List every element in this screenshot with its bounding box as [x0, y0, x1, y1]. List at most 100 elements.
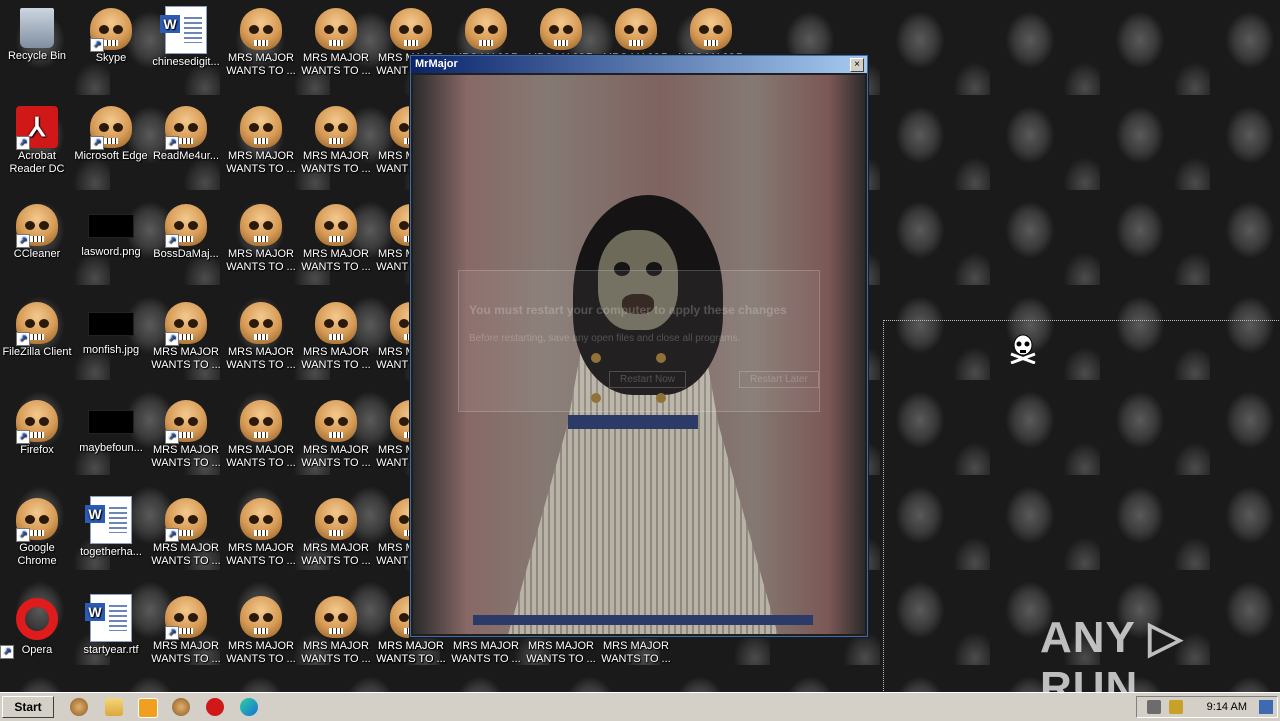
- skull-icon: [390, 8, 432, 50]
- skull-icon: [240, 498, 282, 540]
- desktop-icon-label: MRS MAJOR WANTS TO ...: [376, 640, 446, 665]
- skull-icon: ↗: [90, 8, 132, 52]
- desktop-icon[interactable]: ↗ ReadMe4ur...: [149, 102, 223, 163]
- network-icon[interactable]: [1169, 700, 1183, 714]
- acrobat-icon: ⅄ ↗: [16, 106, 58, 150]
- opera-icon: ↗: [0, 598, 58, 659]
- desktop-icon[interactable]: ↗ Microsoft Edge: [74, 102, 148, 163]
- skull-icon: [315, 302, 357, 344]
- skull-icon: ↗: [16, 498, 58, 542]
- window-title: MrMajor: [415, 58, 458, 70]
- recycle-bin-icon: [20, 8, 54, 48]
- desktop-icon[interactable]: MRS MAJOR WANTS TO ...: [299, 592, 373, 666]
- desktop-icon-label: MRS MAJOR WANTS TO ...: [226, 150, 296, 175]
- desktop-icon[interactable]: MRS MAJOR WANTS TO ...: [224, 4, 298, 78]
- desktop-icon[interactable]: ↗ Opera: [0, 592, 74, 659]
- media-player-icon[interactable]: [138, 698, 158, 718]
- desktop-icon[interactable]: MRS MAJOR WANTS TO ...: [299, 298, 373, 372]
- desktop-icon-label: MRS MAJOR WANTS TO ...: [226, 346, 296, 371]
- clock[interactable]: 9:14 AM: [1207, 697, 1247, 717]
- desktop-icon[interactable]: MRS MAJOR WANTS TO ...: [224, 298, 298, 372]
- desktop-icon[interactable]: ↗ Google Chrome: [0, 494, 74, 568]
- desktop-icon[interactable]: ↗ MRS MAJOR WANTS TO ...: [149, 494, 223, 568]
- desktop-icon[interactable]: ⅄ ↗ Acrobat Reader DC: [0, 102, 74, 176]
- skull-icon: [540, 8, 582, 50]
- desktop-icon[interactable]: ↗ FileZilla Client: [0, 298, 74, 359]
- desktop-icon-label: MRS MAJOR WANTS TO ...: [151, 542, 221, 567]
- opera-taskbar-icon[interactable]: [206, 698, 224, 716]
- desktop-icon[interactable]: ↗ MRS MAJOR WANTS TO ...: [149, 298, 223, 372]
- desktop-icon[interactable]: MRS MAJOR WANTS TO ...: [224, 200, 298, 274]
- system-tray: 9:14 AM: [1136, 696, 1278, 718]
- desktop-icon[interactable]: MRS MAJOR WANTS TO ...: [299, 396, 373, 470]
- desktop-icon-label: MRS MAJOR WANTS TO ...: [301, 346, 371, 371]
- desktop-icon[interactable]: monfish.jpg: [74, 298, 148, 357]
- desktop-icon[interactable]: ↗ BossDaMaj...: [149, 200, 223, 261]
- skull-icon: ↗: [16, 302, 58, 346]
- desktop-icon[interactable]: MRS MAJOR WANTS TO ...: [224, 592, 298, 666]
- desktop-icon[interactable]: ↗ Skype: [74, 4, 148, 65]
- desktop-icon-label: FileZilla Client: [2, 346, 72, 358]
- desktop-icon[interactable]: Wstartyear.rtf: [74, 592, 148, 657]
- desktop-icon[interactable]: Recycle Bin: [0, 4, 74, 63]
- close-button[interactable]: ×: [850, 58, 864, 72]
- shortcut-arrow-icon: ↗: [16, 234, 30, 248]
- desktop-icon[interactable]: ↗ MRS MAJOR WANTS TO ...: [149, 592, 223, 666]
- skull-icon: [315, 204, 357, 246]
- desktop-icon[interactable]: ↗ CCleaner: [0, 200, 74, 261]
- folder-icon[interactable]: [105, 698, 123, 716]
- shortcut-arrow-icon: ↗: [165, 136, 179, 150]
- skull-icon: ↗: [165, 498, 207, 542]
- show-desktop-icon[interactable]: [1259, 700, 1273, 714]
- image-file-icon: [88, 410, 134, 434]
- shortcut-arrow-icon: ↗: [165, 528, 179, 542]
- volume-icon[interactable]: [1147, 700, 1161, 714]
- image-file-icon: [88, 214, 134, 238]
- start-label: Start: [14, 700, 42, 714]
- desktop-icon[interactable]: MRS MAJOR WANTS TO ...: [224, 396, 298, 470]
- skull-icon: [315, 8, 357, 50]
- edge-taskbar-icon[interactable]: [240, 698, 258, 716]
- desktop-icon[interactable]: ↗ Firefox: [0, 396, 74, 457]
- desktop-icon-label: Firefox: [20, 444, 54, 456]
- skull-taskbar-icon[interactable]: [172, 698, 190, 716]
- skull-icon: [240, 596, 282, 638]
- taskbar: Start 9:14 AM: [0, 692, 1280, 721]
- desktop-icon-label: MRS MAJOR WANTS TO ...: [151, 640, 221, 665]
- ghost-restart-now-button: Restart Now: [609, 371, 687, 388]
- desktop-icon[interactable]: MRS MAJOR WANTS TO ...: [224, 494, 298, 568]
- desktop-icon-label: maybefoun...: [79, 442, 143, 454]
- skull-icon: ↗: [165, 302, 207, 346]
- desktop-icon-label: MRS MAJOR WANTS TO ...: [301, 640, 371, 665]
- desktop-icon-label: ReadMe4ur...: [152, 150, 220, 162]
- desktop-icon[interactable]: MRS MAJOR WANTS TO ...: [299, 102, 373, 176]
- skull-icon: ↗: [165, 106, 207, 150]
- desktop-icon[interactable]: MRS MAJOR WANTS TO ...: [299, 494, 373, 568]
- skull-icon: [315, 400, 357, 442]
- desktop-icon[interactable]: MRS MAJOR WANTS TO ...: [299, 4, 373, 78]
- desktop-icon[interactable]: Wchinesedigit...: [149, 4, 223, 69]
- desktop-icon[interactable]: lasword.png: [74, 200, 148, 259]
- skull-icon: [315, 596, 357, 638]
- doll-bow: [568, 415, 698, 429]
- desktop-icon-label: MRS MAJOR WANTS TO ...: [301, 542, 371, 567]
- desktop-icon[interactable]: ↗ MRS MAJOR WANTS TO ...: [149, 396, 223, 470]
- start-button[interactable]: Start: [2, 696, 54, 718]
- window-titlebar[interactable]: MrMajor ×: [411, 56, 867, 73]
- skull-icon: [315, 106, 357, 148]
- desktop-icon[interactable]: maybefoun...: [74, 396, 148, 455]
- desktop-icon[interactable]: MRS MAJOR WANTS TO ...: [299, 200, 373, 274]
- desktop-icon[interactable]: MRS MAJOR WANTS TO ...: [224, 102, 298, 176]
- skull-icon: ↗: [165, 596, 207, 640]
- skull-icon: [465, 8, 507, 50]
- ghost-text: Before restarting, save any open files a…: [469, 333, 741, 344]
- desktop-icon[interactable]: Wtogetherha...: [74, 494, 148, 559]
- shortcut-arrow-icon: ↗: [90, 38, 104, 52]
- desktop-icon-label: Skype: [95, 52, 127, 64]
- word-doc-icon: W: [85, 594, 132, 642]
- desktop-icon-label: CCleaner: [13, 248, 61, 260]
- mrmajor-window[interactable]: MrMajor × You must restart your computer…: [410, 55, 868, 637]
- word-doc-icon: W: [160, 6, 207, 54]
- desktop-icon-label: MRS MAJOR WANTS TO ...: [226, 52, 296, 77]
- skull-taskbar-icon[interactable]: [70, 698, 88, 716]
